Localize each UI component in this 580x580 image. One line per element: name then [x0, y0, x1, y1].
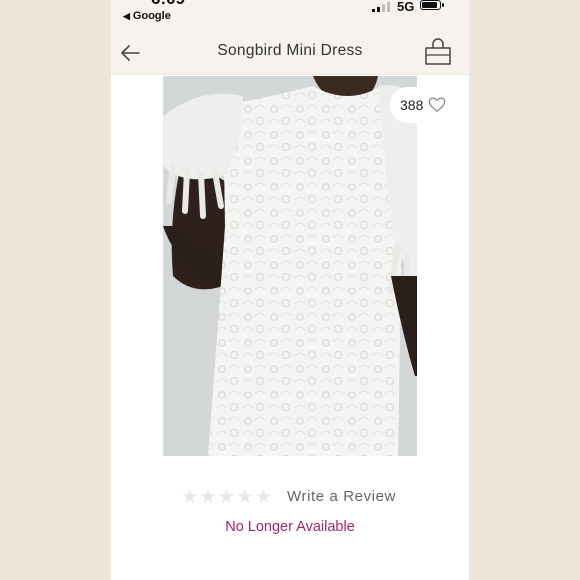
back-app-label: Google: [132, 10, 171, 22]
star-icon: ★: [255, 487, 273, 508]
dress-photo: [163, 76, 417, 456]
star-icon: ★: [218, 487, 236, 508]
rating-row: ★★★★★ Write a Review: [181, 486, 421, 508]
favorite-count: 388: [400, 97, 424, 113]
battery-icon: [420, 0, 444, 10]
page-title: Songbird Mini Dress: [217, 42, 363, 59]
back-to-app-link[interactable]: ◀ Google: [123, 10, 171, 22]
availability-status: No Longer Available: [225, 519, 355, 535]
star-rating: ★★★★★: [181, 486, 274, 509]
signal-icon: [372, 2, 390, 12]
write-review-link[interactable]: Write a Review: [287, 488, 396, 505]
shopping-bag-icon[interactable]: [423, 37, 453, 67]
nav-bar: Songbird Mini Dress: [111, 30, 469, 75]
product-image[interactable]: [163, 76, 417, 456]
star-icon: ★: [199, 487, 217, 508]
back-triangle-icon: ◀: [123, 11, 130, 21]
star-icon: ★: [236, 487, 254, 508]
status-time: 6:09: [151, 0, 185, 9]
phone-screen: 6:09 ◀Google 5G Songbird Mini Dress: [111, 0, 469, 580]
star-icon: ★: [181, 487, 199, 508]
heart-outline-icon: [428, 97, 446, 112]
status-bar: 6:09 ◀Google 5G: [111, 0, 469, 30]
network-label: 5G: [397, 0, 415, 14]
favorite-button[interactable]: 388: [390, 87, 469, 123]
